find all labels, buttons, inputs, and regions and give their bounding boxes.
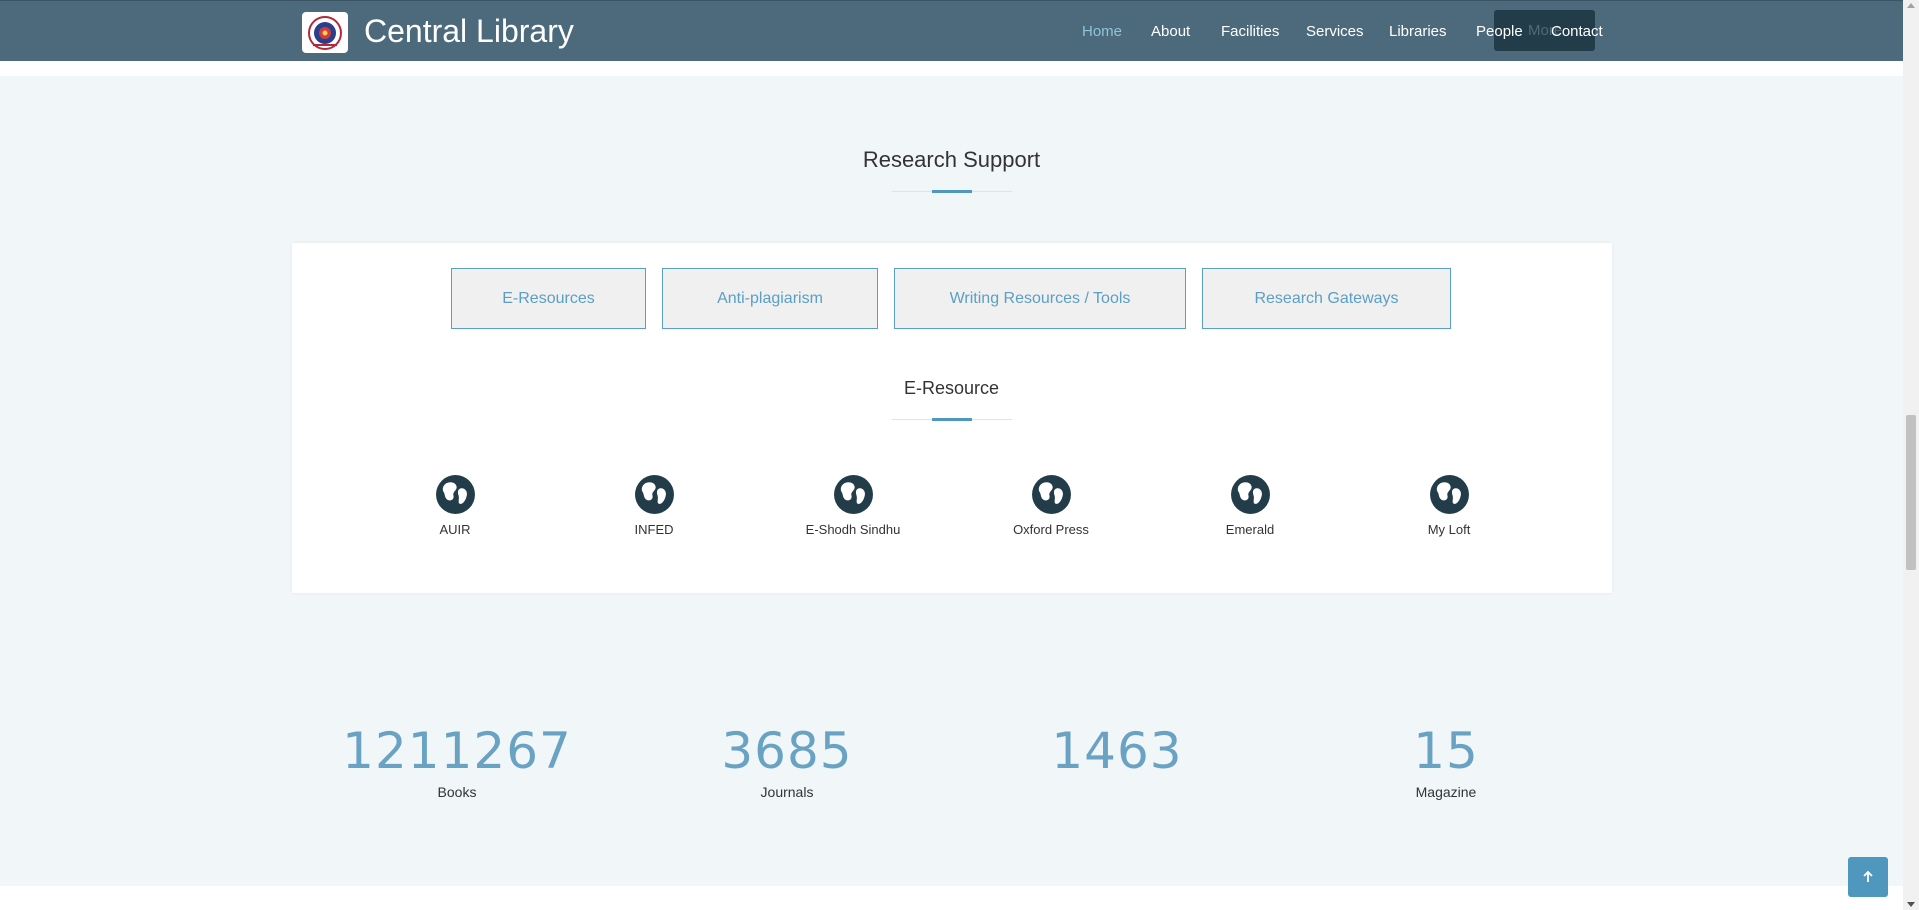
resource-label: E-Shodh Sindhu [805, 522, 901, 537]
header-spacer [0, 61, 1903, 76]
globe-icon [1230, 475, 1270, 514]
section-title-underline [892, 190, 1012, 193]
resource-item[interactable]: INFED [574, 474, 734, 537]
stat-books: 1211267 Books [307, 720, 607, 800]
stat-number: 1211267 [342, 722, 572, 780]
back-to-top-button[interactable] [1848, 857, 1888, 897]
nav-people[interactable]: People [1476, 21, 1523, 43]
stat-number: 3685 [721, 722, 853, 780]
stat-caption: Journals [760, 784, 814, 800]
top-navbar: Central Library More Home About Faciliti… [0, 0, 1903, 61]
nav-services[interactable]: Services [1306, 21, 1364, 43]
university-seal-icon [308, 15, 342, 50]
tab-e-resources[interactable]: E-Resources [451, 268, 646, 329]
resource-item[interactable]: My Loft [1369, 474, 1529, 537]
stat-unlabeled: 1463 [967, 720, 1267, 784]
nav-about[interactable]: About [1151, 21, 1190, 43]
globe-icon [833, 475, 873, 514]
stat-caption: Magazine [1415, 784, 1477, 800]
nav-facilities[interactable]: Facilities [1221, 21, 1279, 43]
tab-research-gateways[interactable]: Research Gateways [1202, 268, 1451, 329]
resource-item[interactable]: Emerald [1170, 474, 1330, 537]
nav-home[interactable]: Home [1082, 21, 1122, 43]
footer-edge [0, 886, 1903, 910]
page-scrollbar[interactable] [1903, 0, 1919, 910]
resource-label: My Loft [1427, 522, 1471, 537]
globe-icon [634, 475, 674, 514]
subsection-title: E-Resource [903, 378, 1000, 398]
site-title[interactable]: Central Library [364, 11, 574, 51]
library-logo[interactable] [302, 12, 348, 53]
resource-label: AUIR [439, 522, 471, 537]
scroll-thumb[interactable] [1906, 415, 1916, 570]
arrow-up-icon [1863, 870, 1873, 882]
scroll-up-arrow-icon[interactable] [1907, 3, 1915, 8]
stat-journals: 3685 Journals [637, 720, 937, 800]
scroll-down-arrow-icon[interactable] [1907, 902, 1915, 907]
resource-label: INFED [634, 522, 674, 537]
resource-item[interactable]: AUIR [375, 474, 535, 537]
section-title: Research Support [862, 147, 1041, 172]
resource-item[interactable]: E-Shodh Sindhu [773, 474, 933, 537]
resource-label: Emerald [1225, 522, 1275, 537]
tab-anti-plagiarism[interactable]: Anti-plagiarism [662, 268, 878, 329]
stat-caption: Books [437, 784, 477, 800]
globe-icon [1429, 475, 1469, 514]
resource-label: Oxford Press [1013, 522, 1089, 537]
subsection-title-underline [892, 418, 1012, 421]
stat-number: 1463 [1051, 722, 1183, 780]
globe-icon [435, 475, 475, 514]
nav-libraries[interactable]: Libraries [1389, 21, 1447, 43]
stat-magazine: 15 Magazine [1296, 720, 1596, 800]
resource-item[interactable]: Oxford Press [971, 474, 1131, 537]
stat-number: 15 [1413, 722, 1479, 780]
nav-contact[interactable]: Contact [1551, 21, 1603, 43]
globe-icon [1031, 475, 1071, 514]
tab-writing-resources[interactable]: Writing Resources / Tools [894, 268, 1186, 329]
